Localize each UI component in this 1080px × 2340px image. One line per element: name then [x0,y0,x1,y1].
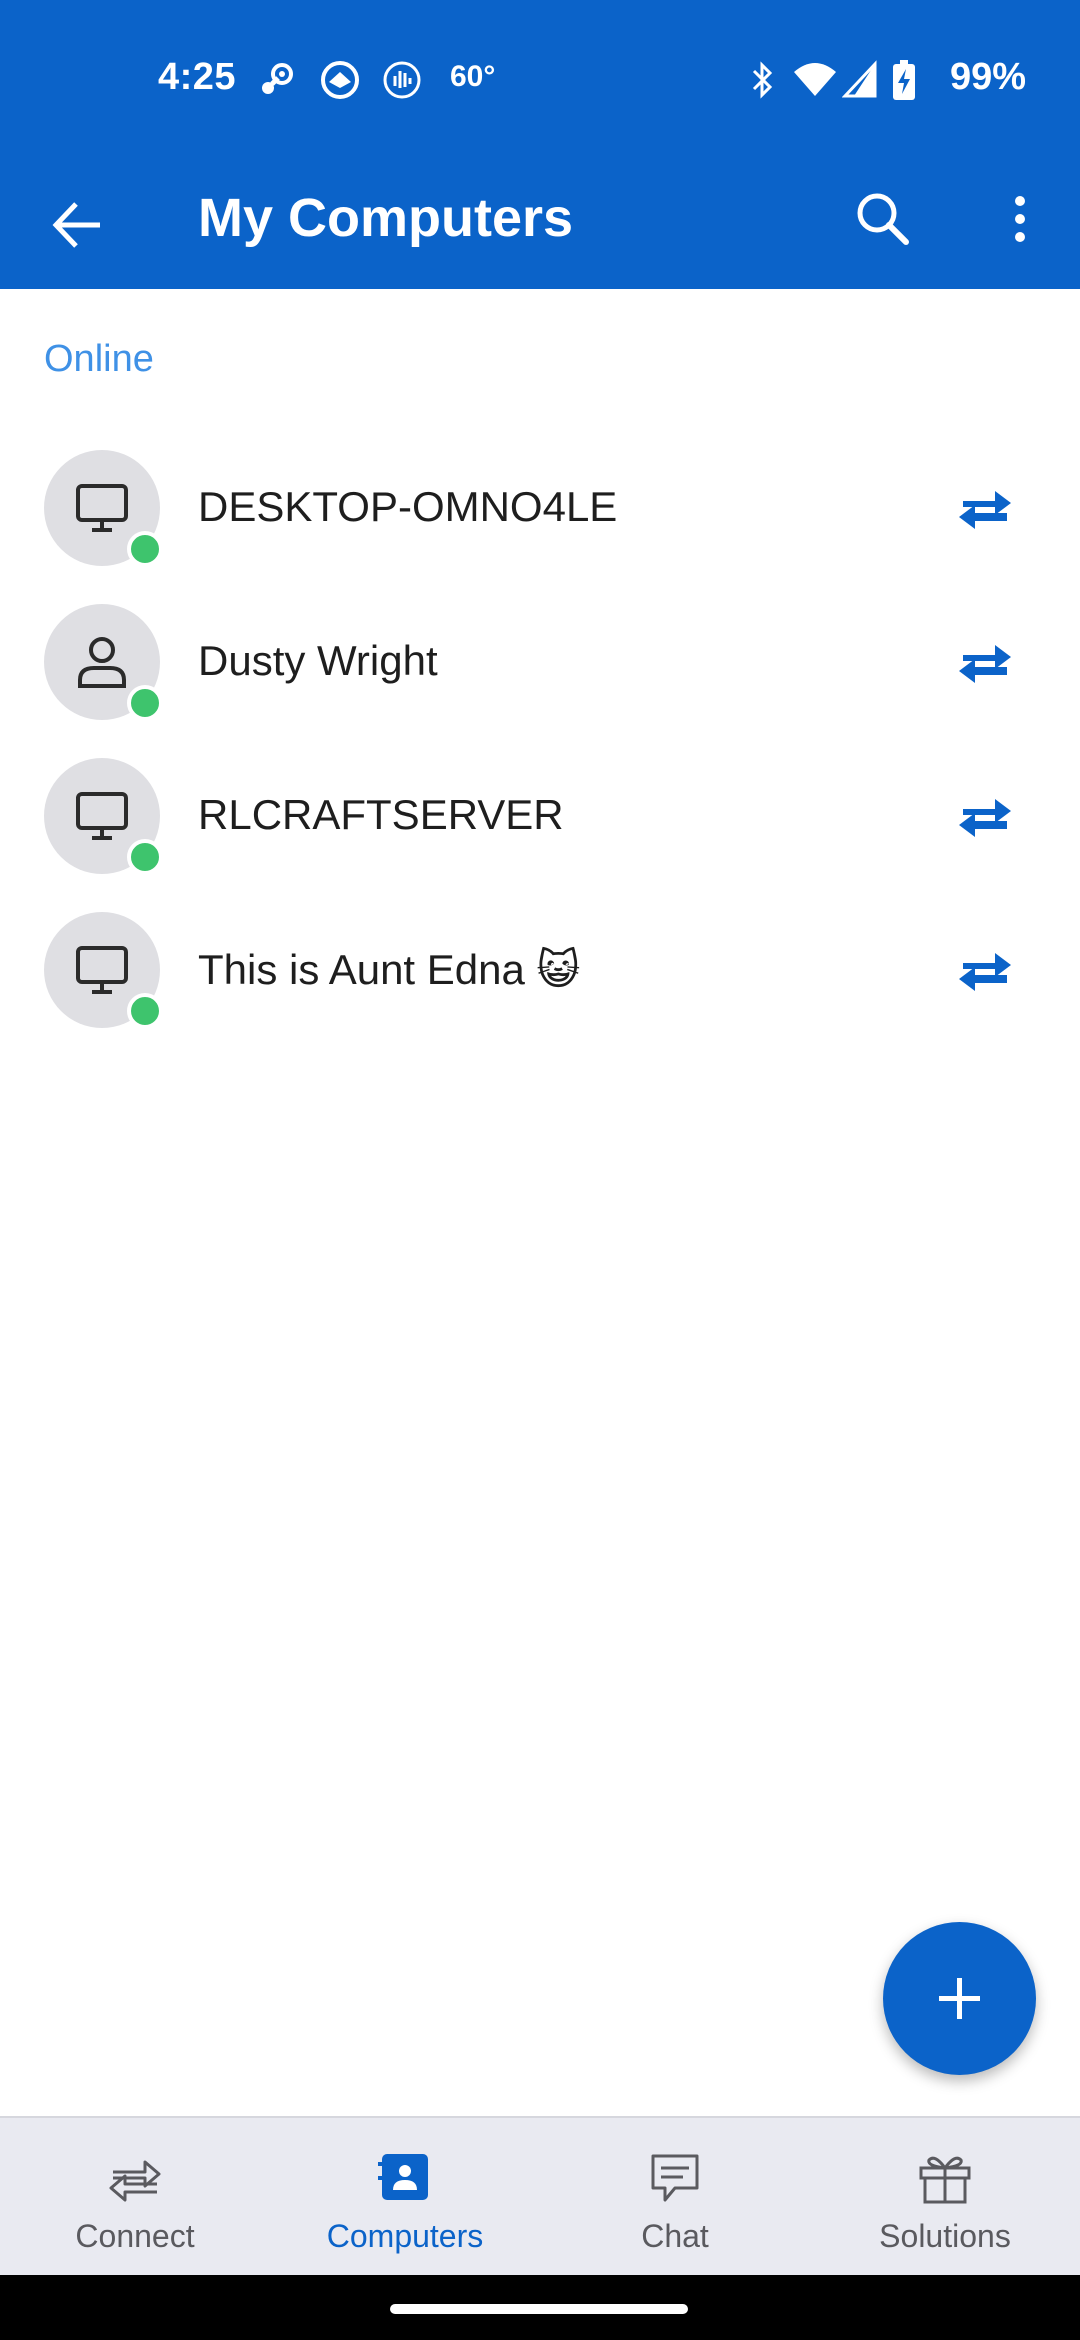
nav-item-connect[interactable]: Connect [0,2118,270,2277]
connect-button[interactable] [955,943,1015,997]
back-arrow-icon [52,202,100,248]
battery-charging-icon [892,60,916,107]
nav-label: Solutions [879,2218,1011,2254]
computer-name: This is Aunt Edna 😺 [198,946,581,993]
top-bar: 4:25 60° 99% My Computers [0,0,1080,289]
online-status-dot [127,685,163,721]
back-button[interactable] [44,190,114,260]
system-gesture-bar [0,2275,1080,2340]
battery-percentage: 99% [949,56,1026,98]
monitor-icon [76,792,128,840]
page-title: My Computers [198,188,574,248]
contacts-book-icon [378,2154,428,2200]
monitor-icon [76,946,128,994]
online-status-dot [127,839,163,875]
bottom-navigation: Connect Computers Chat Solutions [0,2116,1080,2277]
person-icon [78,637,126,688]
connect-button[interactable] [955,635,1015,689]
bluetooth-icon [748,60,778,105]
section-label-online: Online [44,338,154,380]
audio-wave-icon [382,60,422,105]
nav-item-chat[interactable]: Chat [540,2118,810,2277]
connect-arrows-icon [959,799,1011,837]
more-vert-icon [1015,196,1025,242]
home-gesture-handle[interactable] [390,2304,688,2314]
search-button[interactable] [848,184,918,254]
nav-item-computers[interactable]: Computers [270,2118,540,2277]
nav-label: Connect [75,2218,195,2254]
computer-row[interactable]: This is Aunt Edna 😺 [0,895,1080,1045]
rocket-icon [320,60,360,105]
status-bar: 4:25 60° 99% [0,0,1080,160]
add-computer-button[interactable] [883,1922,1036,2075]
connect-arrows-icon [959,953,1011,991]
computer-row[interactable]: DESKTOP-OMNO4LE [0,433,1080,583]
gift-box-icon [919,2156,971,2204]
temperature-icon: 60° [450,60,496,93]
status-time: 4:25 [158,56,237,98]
connect-arrows-icon [109,2160,161,2202]
nav-label: Computers [326,2218,484,2254]
plus-icon [939,1978,980,2019]
online-status-dot [127,531,163,567]
connect-arrows-icon [959,491,1011,529]
wifi-icon [792,60,838,105]
online-status-dot [127,993,163,1029]
monitor-icon [76,484,128,532]
computer-row[interactable]: RLCRAFTSERVER [0,741,1080,891]
signal-icon [841,60,878,105]
nav-item-solutions[interactable]: Solutions [810,2118,1080,2277]
computer-name: Dusty Wright [198,637,438,684]
computer-name: RLCRAFTSERVER [198,791,564,838]
connect-button[interactable] [955,481,1015,535]
computer-name: DESKTOP-OMNO4LE [198,483,618,530]
steam-icon [256,60,296,105]
chat-bubble-icon [651,2154,699,2202]
computer-row[interactable]: Dusty Wright [0,587,1080,737]
connect-arrows-icon [959,645,1011,683]
app-bar: My Computers [0,160,1080,289]
nav-label: Chat [641,2218,709,2254]
search-icon [857,193,909,245]
connect-button[interactable] [955,789,1015,843]
more-options-button[interactable] [1000,184,1040,254]
